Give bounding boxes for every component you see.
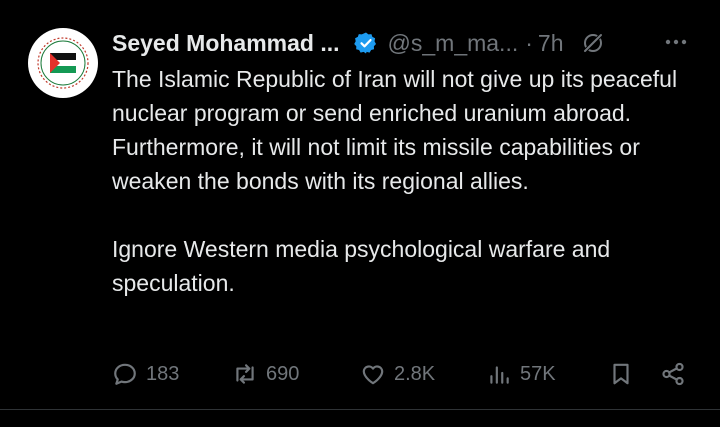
more-icon[interactable]: [662, 30, 690, 54]
action-bar: 183 690 2.8K 57K: [112, 357, 692, 391]
bookmark-button[interactable]: [608, 357, 642, 391]
handle[interactable]: @s_m_ma...: [388, 30, 519, 57]
view-count: 57K: [520, 362, 556, 385]
repost-button[interactable]: 690: [232, 357, 299, 391]
verified-badge-icon[interactable]: [353, 31, 378, 55]
tweet-text: The Islamic Republic of Iran will not gi…: [112, 62, 692, 300]
timestamp[interactable]: 7h: [538, 30, 564, 57]
share-button[interactable]: [660, 357, 694, 391]
reply-button[interactable]: 183: [112, 357, 179, 391]
tweet-paragraph-1: The Islamic Republic of Iran will not gi…: [112, 66, 678, 194]
tweet-paragraph-2: Ignore Western media psychological warfa…: [112, 236, 611, 296]
repost-count: 690: [266, 362, 300, 385]
views-icon: [490, 366, 509, 384]
bookmark-icon: [613, 363, 629, 385]
like-button[interactable]: 2.8K: [360, 357, 435, 391]
like-count: 2.8K: [394, 362, 436, 385]
separator-dot: ·: [525, 29, 533, 56]
heart-icon: [362, 365, 384, 385]
tweet-header: Seyed Mohammad ... @s_m_ma... · 7h: [112, 26, 690, 60]
reply-icon: [114, 363, 136, 385]
tweet[interactable]: Seyed Mohammad ... @s_m_ma... · 7h The I…: [0, 0, 720, 427]
avatar[interactable]: [28, 28, 98, 98]
palestine-flag-logo-icon: [30, 30, 96, 96]
repost-icon: [236, 364, 254, 384]
divider: [0, 409, 720, 410]
views-button[interactable]: 57K: [486, 357, 556, 391]
share-icon: [662, 362, 684, 386]
reply-count: 183: [146, 362, 180, 385]
display-name[interactable]: Seyed Mohammad ...: [112, 30, 340, 57]
grok-icon[interactable]: [581, 31, 605, 55]
